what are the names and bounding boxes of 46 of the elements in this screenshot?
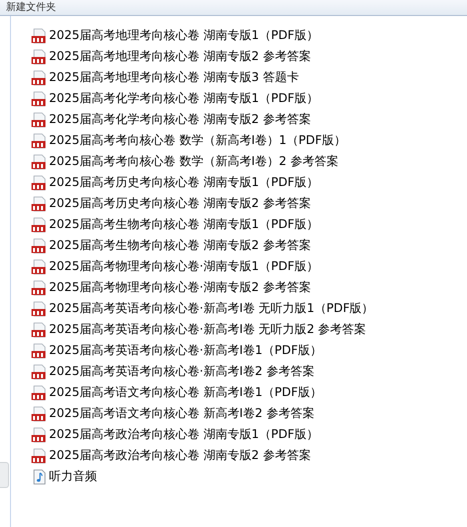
file-item[interactable]: 2025届高考政治考向核心卷 湖南专版2 参考答案 [31, 445, 374, 466]
file-item[interactable]: 2025届高考英语考向核心卷·新高考Ⅰ卷 无听力版2 参考答案 [31, 319, 374, 340]
file-item[interactable]: 2025届高考考向核心卷 数学（新高考Ⅰ卷）1（PDF版） [31, 130, 374, 151]
file-item[interactable]: 2025届高考英语考向核心卷·新高考Ⅰ卷1（PDF版） [31, 340, 374, 361]
file-item[interactable]: 2025届高考英语考向核心卷·新高考Ⅰ卷 无听力版1（PDF版） [31, 298, 374, 319]
pdf-file-icon [31, 322, 47, 338]
file-item[interactable]: 2025届高考英语考向核心卷·新高考Ⅰ卷2 参考答案 [31, 361, 374, 382]
pane-handle[interactable] [0, 462, 9, 488]
file-item[interactable]: 2025届高考地理考向核心卷 湖南专版2 参考答案 [31, 46, 374, 67]
pdf-file-icon [31, 280, 47, 296]
pdf-file-icon [31, 364, 47, 380]
file-item[interactable]: 2025届高考历史考向核心卷 湖南专版1（PDF版） [31, 172, 374, 193]
pdf-file-icon [31, 48, 47, 64]
music-file-icon [31, 468, 47, 484]
file-item[interactable]: 2025届高考地理考向核心卷 湖南专版1（PDF版） [31, 25, 374, 46]
file-item[interactable]: 2025届高考物理考向核心卷·湖南专版1（PDF版） [31, 256, 374, 277]
pdf-file-icon [31, 132, 47, 148]
pdf-file-icon [31, 196, 47, 212]
file-item[interactable]: 2025届高考语文考向核心卷 新高考Ⅰ卷2 参考答案 [31, 403, 374, 424]
pdf-file-icon [31, 112, 47, 128]
pdf-file-icon [31, 70, 47, 86]
pdf-file-icon [31, 448, 47, 464]
file-item[interactable]: 2025届高考地理考向核心卷 湖南专版3 答题卡 [31, 67, 374, 88]
pdf-file-icon [31, 238, 47, 254]
file-item[interactable]: 2025届高考生物考向核心卷 湖南专版1（PDF版） [31, 214, 374, 235]
pdf-file-icon [31, 342, 47, 358]
pdf-file-icon [31, 154, 47, 170]
file-item[interactable]: 2025届高考化学考向核心卷 湖南专版1（PDF版） [31, 88, 374, 109]
pdf-file-icon [31, 216, 47, 232]
pdf-file-icon [31, 258, 47, 274]
file-item[interactable]: 听力音频 [31, 466, 374, 487]
pdf-file-icon [31, 406, 47, 422]
file-item[interactable]: 2025届高考物理考向核心卷·湖南专版2 参考答案 [31, 277, 374, 298]
pdf-file-icon [31, 174, 47, 190]
pdf-file-icon [31, 300, 47, 316]
file-item[interactable]: 2025届高考化学考向核心卷 湖南专版2 参考答案 [31, 109, 374, 130]
pdf-file-icon [31, 384, 47, 400]
pdf-file-icon [31, 426, 47, 442]
file-item[interactable]: 2025届高考生物考向核心卷 湖南专版2 参考答案 [31, 235, 374, 256]
file-item[interactable]: 2025届高考历史考向核心卷 湖南专版2 参考答案 [31, 193, 374, 214]
file-item[interactable]: 2025届高考语文考向核心卷 新高考Ⅰ卷1（PDF版） [31, 382, 374, 403]
folder-title: 新建文件夹 [6, 2, 56, 14]
file-item[interactable]: 2025届高考政治考向核心卷 湖南专版1（PDF版） [31, 424, 374, 445]
file-item[interactable]: 2025届高考考向核心卷 数学（新高考Ⅰ卷）2 参考答案 [31, 151, 374, 172]
pdf-file-icon [31, 90, 47, 106]
pdf-file-icon [31, 28, 47, 44]
